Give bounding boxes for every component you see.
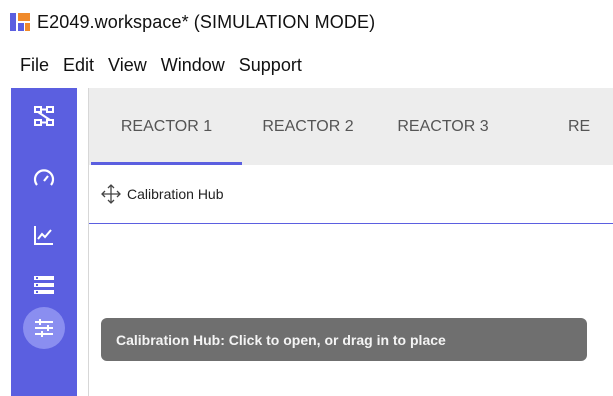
topology-icon [32, 104, 56, 128]
calibration-sliders-icon [23, 307, 65, 349]
tab-reactor-4[interactable]: RE [512, 88, 613, 165]
gauge-icon [32, 167, 56, 191]
menu-view[interactable]: View [101, 55, 154, 76]
tooltip: Calibration Hub: Click to open, or drag … [101, 318, 587, 361]
calibration-button[interactable] [11, 304, 77, 352]
tab-reactor-1[interactable]: REACTOR 1 [91, 88, 242, 165]
tab-bar: REACTOR 1 REACTOR 2 REACTOR 3 RE [89, 88, 613, 165]
panel-divider [89, 223, 613, 224]
panel-header[interactable]: Calibration Hub [89, 165, 613, 223]
menu-support[interactable]: Support [232, 55, 309, 76]
app-logo-icon [9, 11, 31, 33]
tab-reactor-2[interactable]: REACTOR 2 [242, 88, 374, 165]
chart-button[interactable] [11, 215, 77, 255]
sidebar [0, 88, 90, 396]
list-icon [32, 273, 56, 297]
tooltip-text: Calibration Hub: Click to open, or drag … [116, 331, 446, 348]
title-bar: E2049.workspace* (SIMULATION MODE) [0, 0, 613, 44]
tab-label: REACTOR 1 [120, 117, 213, 135]
list-button[interactable] [11, 265, 77, 305]
icon-rail [11, 88, 77, 396]
gauge-button[interactable] [11, 159, 77, 199]
tab-label: RE [568, 117, 591, 135]
line-chart-icon [32, 223, 56, 247]
tab-label: REACTOR 3 [397, 117, 489, 135]
panel-title: Calibration Hub [127, 186, 224, 202]
window-title: E2049.workspace* (SIMULATION MODE) [37, 11, 376, 32]
move-drag-icon[interactable] [100, 183, 122, 205]
menu-window[interactable]: Window [154, 55, 232, 76]
menu-bar: File Edit View Window Support [0, 48, 309, 82]
menu-file[interactable]: File [0, 55, 56, 76]
menu-edit[interactable]: Edit [56, 55, 101, 76]
tab-reactor-3[interactable]: REACTOR 3 [374, 88, 512, 165]
topology-button[interactable] [11, 96, 77, 136]
tab-label: REACTOR 2 [262, 117, 354, 135]
